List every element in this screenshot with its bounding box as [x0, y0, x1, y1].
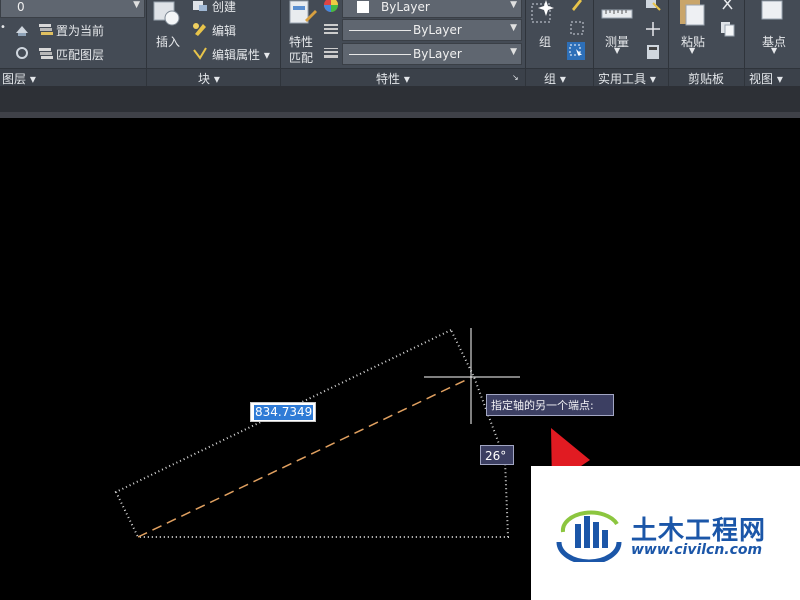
- dimension-input-value: 834.7349: [254, 405, 314, 420]
- civilcn-logo-icon: [556, 510, 622, 562]
- dynamic-dimension-input[interactable]: 834.7349: [250, 402, 316, 422]
- watermark: 土木工程网 www.civilcn.com: [531, 466, 800, 600]
- command-prompt-tooltip: 指定轴的另一个端点:: [486, 394, 614, 416]
- watermark-url: www.civilcn.com: [631, 542, 763, 558]
- angle-tooltip: 26°: [480, 445, 514, 465]
- ellipse-preview-outline: [114, 329, 510, 538]
